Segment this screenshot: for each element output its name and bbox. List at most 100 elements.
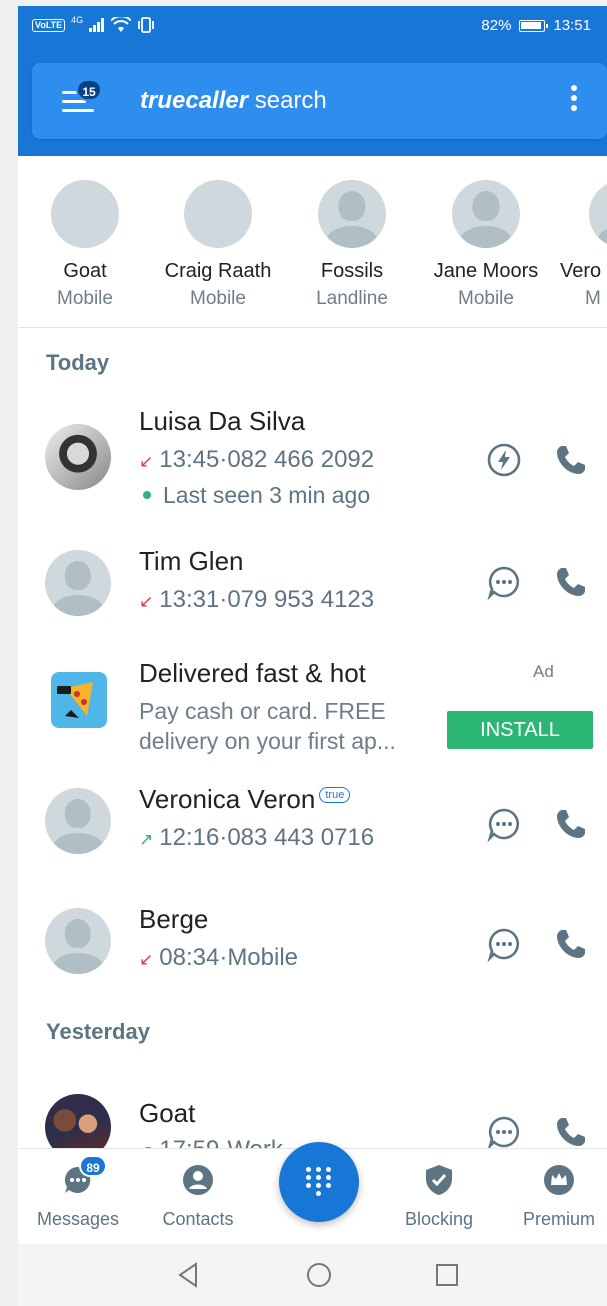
call-icon[interactable] xyxy=(553,1114,589,1150)
verified-badge: true xyxy=(319,787,351,804)
call-log-row[interactable]: Veronica Veron true ↗ 12:16·083 443 0716 xyxy=(18,784,607,874)
avatar xyxy=(45,424,111,490)
missed-call-icon: ↙ xyxy=(139,452,154,471)
call-icon[interactable] xyxy=(553,806,589,842)
nav-label: Contacts xyxy=(162,1209,234,1229)
caller-name: Veronica Veron xyxy=(139,784,316,814)
brand-logo: truecaller xyxy=(140,87,249,114)
section-header-today: Today xyxy=(46,350,110,375)
contacts-icon xyxy=(181,1163,215,1197)
nav-blocking[interactable]: Blocking xyxy=(379,1163,499,1230)
caller-name: Luisa Da Silva xyxy=(139,406,306,436)
last-seen-text: Last seen 3 min ago xyxy=(163,482,371,508)
call-log-row[interactable]: Luisa Da Silva ↙ 13:45·082 466 2092 Last … xyxy=(18,404,607,522)
favorite-name: Fossils xyxy=(320,260,384,282)
favorite-contact[interactable]: Craig Raath Mobile xyxy=(153,180,283,310)
caller-name: Goat xyxy=(139,1098,196,1128)
message-icon[interactable] xyxy=(486,806,522,843)
flash-icon[interactable] xyxy=(486,442,522,478)
shield-icon xyxy=(422,1163,456,1197)
favorite-contact[interactable]: Vero M xyxy=(555,180,607,310)
favorite-type: M xyxy=(585,288,601,309)
signal-text: 4G xyxy=(71,15,84,25)
call-number: 083 443 0716 xyxy=(227,824,375,851)
favorite-type: Mobile xyxy=(190,288,246,309)
recents-icon[interactable] xyxy=(434,1262,460,1293)
avatar xyxy=(184,180,252,248)
favorite-contact[interactable]: Goat Mobile xyxy=(20,180,150,310)
favorite-name: Craig Raath xyxy=(164,260,272,282)
online-dot-icon xyxy=(143,490,151,499)
missed-call-icon: ↙ xyxy=(139,950,154,969)
status-bar: VoLTE 4G 82% 13:51 xyxy=(18,6,607,46)
call-log-row[interactable]: Berge ↙ 08:34·Mobile xyxy=(18,904,607,994)
favorite-contact[interactable]: Fossils Landline xyxy=(287,180,417,310)
install-button[interactable]: INSTALL xyxy=(447,711,593,749)
volte-icon: VoLTE xyxy=(32,18,66,32)
nav-messages[interactable]: 89 Messages xyxy=(18,1155,138,1230)
ad-label: Ad xyxy=(533,662,554,681)
nav-contacts[interactable]: Contacts xyxy=(138,1163,258,1230)
last-seen: Last seen 3 min ago xyxy=(139,482,370,509)
ad-title: Delivered fast & hot xyxy=(139,658,366,688)
avatar xyxy=(45,1094,111,1154)
message-icon[interactable] xyxy=(486,1114,522,1151)
signal-icon xyxy=(89,18,105,32)
menu-badge: 15 xyxy=(76,79,102,101)
call-log-row[interactable]: Tim Glen ↙ 13:31·079 953 4123 xyxy=(18,546,607,636)
call-number: 079 953 4123 xyxy=(227,586,375,613)
ad-line-1: Pay cash or card. FREE xyxy=(139,698,386,724)
favorite-type: Mobile xyxy=(57,288,113,309)
call-icon[interactable] xyxy=(553,442,589,478)
avatar-placeholder-icon xyxy=(45,908,111,974)
avatar-placeholder-icon xyxy=(452,180,520,248)
ad-description: Pay cash or card. FREE delivery on your … xyxy=(139,696,429,754)
ad-row[interactable]: Delivered fast & hot Pay cash or card. F… xyxy=(18,654,607,754)
caller-name: Berge xyxy=(139,904,209,934)
call-detail: ↗ 12:16·083 443 0716 xyxy=(139,824,374,852)
avatar-placeholder-icon xyxy=(45,550,111,616)
more-options-icon[interactable] xyxy=(571,85,577,115)
messages-icon: 89 xyxy=(61,1155,107,1197)
search-bar[interactable]: 15 truecaller search xyxy=(32,63,607,139)
caller-name: Tim Glen xyxy=(139,546,244,576)
avatar xyxy=(51,180,119,248)
system-navigation-bar xyxy=(18,1244,607,1306)
call-detail: ↙ 13:31·079 953 4123 xyxy=(139,586,374,614)
back-icon[interactable] xyxy=(176,1262,202,1293)
home-icon[interactable] xyxy=(306,1262,332,1293)
message-icon[interactable] xyxy=(486,564,522,601)
battery-icon xyxy=(519,19,549,32)
call-number: Mobile xyxy=(227,944,299,971)
call-time: 08:34 xyxy=(159,944,220,971)
search-label: search xyxy=(248,87,327,114)
call-icon[interactable] xyxy=(553,926,589,962)
favorite-name: Vero xyxy=(560,260,602,282)
ad-app-icon xyxy=(51,672,107,728)
vibrate-icon xyxy=(138,17,155,33)
clock: 13:51 xyxy=(553,17,591,34)
favorites-strip: Goat Mobile Craig Raath Mobile Fossils L… xyxy=(18,156,607,328)
call-detail: ↙ 08:34·Mobile xyxy=(139,944,298,972)
status-left: VoLTE 4G xyxy=(32,15,155,33)
call-time: 12:16 xyxy=(159,824,220,851)
call-time: 13:31 xyxy=(159,586,220,613)
call-icon[interactable] xyxy=(553,564,589,600)
dialpad-button[interactable] xyxy=(279,1142,359,1222)
avatar-placeholder-icon xyxy=(589,180,607,248)
favorite-name: Jane Moors xyxy=(433,260,539,282)
search-placeholder[interactable]: truecaller search xyxy=(140,87,327,115)
favorite-contact[interactable]: Jane Moors Mobile xyxy=(421,180,551,310)
messages-badge: 89 xyxy=(79,1155,107,1177)
nav-label: Premium xyxy=(522,1209,595,1229)
app-header: 15 truecaller search xyxy=(18,46,607,156)
phone-screen: VoLTE 4G 82% 13:51 15 truecaller search xyxy=(18,6,607,1306)
message-icon[interactable] xyxy=(486,926,522,963)
ad-line-2: delivery on your first ap... xyxy=(139,728,396,754)
caller-name-wrap: Veronica Veron true xyxy=(139,784,351,815)
nav-label: Blocking xyxy=(404,1209,474,1229)
favorite-name: Goat xyxy=(63,260,107,282)
nav-label: Messages xyxy=(36,1209,120,1229)
nav-premium[interactable]: Premium xyxy=(499,1163,607,1230)
crown-icon xyxy=(542,1163,576,1197)
